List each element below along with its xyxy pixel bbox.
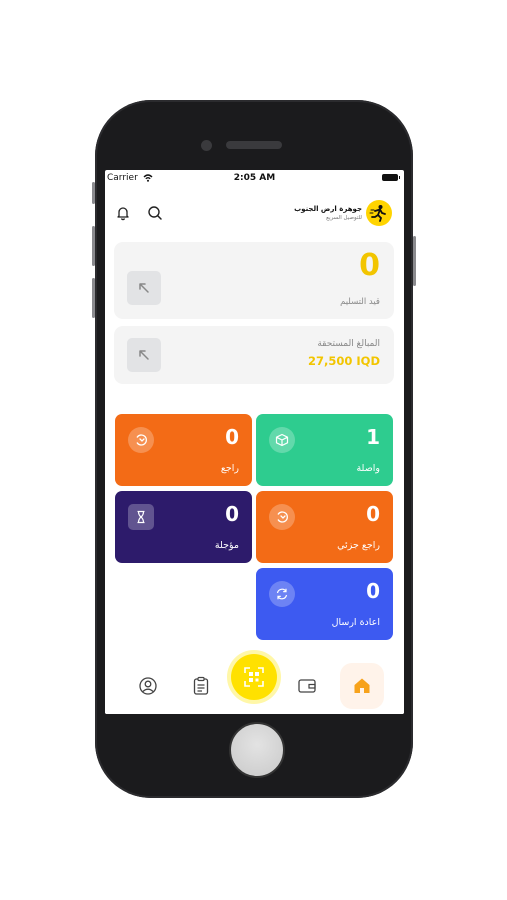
- tile-label: واصلة: [356, 463, 380, 474]
- brand-name: جوهرة ارض الجنوب: [294, 204, 362, 213]
- wallet-icon[interactable]: [292, 671, 322, 701]
- home-tab[interactable]: [340, 663, 384, 709]
- side-button: [92, 226, 95, 266]
- side-button: [92, 182, 95, 204]
- search-icon[interactable]: [144, 202, 166, 224]
- box-icon: [269, 427, 295, 453]
- pending-delivery-card[interactable]: 0 قيد التسليم: [114, 242, 394, 319]
- refresh-icon: [269, 581, 295, 607]
- tile-label: مؤجلة: [214, 540, 239, 551]
- return-icon: [269, 504, 295, 530]
- qr-scan-icon: [244, 667, 264, 687]
- hourglass-icon: [128, 504, 154, 530]
- tile-partial-return[interactable]: 0 راجع جزئي: [256, 491, 393, 563]
- tile-label: اعادة ارسال: [331, 617, 380, 628]
- app-header: جوهرة ارض الجنوب للتوصيل السريع: [105, 198, 404, 230]
- side-button: [92, 278, 95, 318]
- tile-postponed[interactable]: 0 مؤجلة: [115, 491, 252, 563]
- tile-count: 0: [366, 579, 380, 603]
- hardware-home-button[interactable]: [229, 722, 285, 778]
- app-screen: Carrier 2:05 AM جوهرة ارض الجنوب للتوصيل…: [105, 170, 404, 714]
- brand-text: جوهرة ارض الجنوب للتوصيل السريع: [294, 205, 362, 222]
- bell-icon[interactable]: [112, 202, 134, 224]
- front-camera: [201, 140, 212, 151]
- power-button: [413, 236, 416, 286]
- due-amounts-card[interactable]: المبالغ المستحقة 27,500 IQD: [114, 326, 394, 384]
- speaker: [226, 141, 282, 149]
- tile-count: 1: [366, 425, 380, 449]
- brand: جوهرة ارض الجنوب للتوصيل السريع: [294, 200, 392, 226]
- tile-count: 0: [225, 425, 239, 449]
- tile-count: 0: [225, 502, 239, 526]
- tile-returned[interactable]: 0 راجع: [115, 414, 252, 486]
- tile-label: راجع: [220, 463, 239, 474]
- tile-resend[interactable]: 0 اعادة ارسال: [256, 568, 393, 640]
- clock: 2:05 AM: [233, 173, 276, 183]
- due-label: المبالغ المستحقة: [317, 339, 380, 349]
- due-amount: 27,500 IQD: [308, 354, 380, 368]
- arrow-icon[interactable]: [127, 338, 161, 372]
- arrow-icon[interactable]: [127, 271, 161, 305]
- brand-subtitle: للتوصيل السريع: [326, 214, 362, 221]
- bottom-nav: [105, 654, 404, 714]
- battery-icon: [382, 174, 400, 181]
- status-bar: Carrier 2:05 AM: [105, 170, 404, 188]
- pending-count: 0: [359, 248, 380, 283]
- tile-arrived[interactable]: 1 واصلة: [256, 414, 393, 486]
- qr-scan-button[interactable]: [231, 654, 277, 700]
- home-icon: [354, 678, 370, 693]
- pending-label: قيد التسليم: [340, 297, 380, 307]
- runner-logo-icon: [366, 200, 392, 226]
- tile-count: 0: [366, 502, 380, 526]
- profile-icon[interactable]: [133, 671, 163, 701]
- return-icon: [128, 427, 154, 453]
- clipboard-icon[interactable]: [186, 671, 216, 701]
- tile-label: راجع جزئي: [337, 540, 380, 551]
